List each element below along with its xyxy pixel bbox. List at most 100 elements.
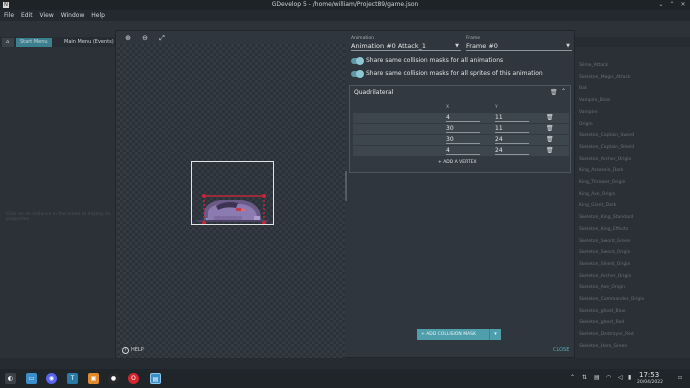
collision-mask-editor-dialog: ⊕ ⊖ ⤢ ? HELP Animation Animation #0 Atta…: [115, 30, 575, 358]
object-list-item[interactable]: Skeleton_Destroyer_Red: [579, 332, 634, 337]
object-list-item[interactable]: Skeleton_ghost_Red: [579, 320, 624, 325]
object-list-item[interactable]: Slime_Attack: [579, 63, 608, 68]
volume-icon[interactable]: ◁: [618, 374, 623, 381]
object-list-item[interactable]: Origin: [579, 122, 593, 127]
chevron-up-icon[interactable]: ⌃: [561, 88, 566, 95]
media-icon[interactable]: ▣: [88, 373, 99, 384]
object-list-item[interactable]: Skeleton_Axe_Origin: [579, 285, 625, 290]
slime-sprite-image: [196, 194, 268, 224]
share-masks-animations-toggle[interactable]: Share same collision masks for all anima…: [351, 56, 503, 66]
properties-placeholder: Click on an instance in the scene to dis…: [6, 212, 111, 222]
editor-status-strip: [0, 358, 690, 369]
gdevelop-icon[interactable]: T: [67, 373, 78, 384]
zoom-in-icon[interactable]: ⊕: [123, 33, 133, 43]
home-tab-icon[interactable]: ⌂: [2, 38, 14, 47]
menu-file[interactable]: File: [4, 10, 14, 21]
zoom-fit-icon[interactable]: ⤢: [157, 33, 167, 43]
zoom-out-icon[interactable]: ⊖: [140, 33, 150, 43]
menu-bar: File Edit View Window Help: [0, 10, 690, 21]
trash-icon[interactable]: 🗑: [550, 89, 558, 96]
trash-icon[interactable]: 🗑: [546, 124, 554, 134]
vertex-row: 4 24 🗑: [353, 146, 569, 156]
clock-date[interactable]: 20/04/2022: [637, 380, 663, 385]
menu-help[interactable]: Help: [91, 10, 105, 21]
vertex-row: 30 11 🗑: [353, 124, 569, 134]
vertex-x-input[interactable]: 4: [446, 113, 480, 122]
close-button[interactable]: CLOSE: [553, 347, 569, 353]
trash-icon[interactable]: 🗑: [546, 135, 554, 145]
show-desktop-icon[interactable]: ▫: [678, 374, 682, 381]
vertex-y-input[interactable]: 24: [495, 135, 529, 144]
mask-title: Quadrilateral: [354, 89, 394, 96]
tab-main-menu-events[interactable]: Main Menu (Events): [60, 38, 118, 47]
maximize-icon[interactable]: ⌃: [668, 1, 676, 9]
vertex-y-input[interactable]: 11: [495, 124, 529, 133]
battery-icon[interactable]: ▮: [628, 374, 631, 381]
mask-card-quadrilateral: Quadrilateral 🗑 ⌃ X Y 4 11 🗑 30 11 🗑 30 …: [349, 85, 571, 173]
toggle-switch[interactable]: [351, 69, 364, 78]
tab-start-menu[interactable]: Start Menu: [16, 38, 52, 47]
object-list-item[interactable]: King_Giant_Dark: [579, 203, 616, 208]
object-list-item[interactable]: Skeleton_Captain_Shield: [579, 145, 634, 150]
network-icon[interactable]: ⇅: [582, 374, 587, 381]
chevron-down-icon[interactable]: ▾: [489, 329, 501, 340]
vertex-x-input[interactable]: 4: [446, 146, 480, 155]
share-masks-sprites-toggle[interactable]: Share same collision masks for all sprit…: [351, 69, 543, 79]
add-collision-mask-button[interactable]: + ADD COLLISION MASK ▾: [417, 329, 501, 340]
app-launcher-icon[interactable]: ◐: [5, 373, 16, 384]
toggle-switch[interactable]: [351, 56, 364, 65]
frame-value: Frame #0: [466, 42, 498, 50]
chevron-down-icon: ▼: [566, 43, 570, 49]
object-list-item[interactable]: Skeleton_King_Effects: [579, 227, 628, 232]
taskbar: ◐ ▭ ◉ T ▣ ● O ▤ ⌃ ⇅ ▤ ◠ ◁ ▮ 17:53 20/04/…: [0, 369, 690, 388]
object-list-item[interactable]: Skeleton_Commander_Origin: [579, 297, 644, 302]
object-list-item[interactable]: King_Thrower_Origin: [579, 180, 625, 185]
vertex-x-input[interactable]: 30: [446, 135, 480, 144]
trash-icon[interactable]: 🗑: [546, 113, 554, 123]
minimize-icon[interactable]: ⌄: [657, 1, 665, 9]
wifi-icon[interactable]: ◠: [606, 374, 611, 381]
vertex-x-input[interactable]: 30: [446, 124, 480, 133]
animation-value: Animation #0 Attack_1: [351, 42, 426, 50]
help-button[interactable]: ? HELP: [122, 347, 144, 354]
object-list-item[interactable]: King_Assassin_Dark: [579, 168, 623, 173]
vertex-y-input[interactable]: 24: [495, 146, 529, 155]
properties-panel: Click on an instance in the scene to dis…: [0, 47, 115, 369]
object-list-item[interactable]: Skeleton_Hero_Green: [579, 344, 627, 349]
trash-icon[interactable]: 🗑: [546, 146, 554, 156]
object-list-item[interactable]: Skeleton_King_Standard: [579, 215, 633, 220]
sprite-preview-canvas[interactable]: ⊕ ⊖ ⤢ ? HELP: [117, 32, 345, 358]
frame-select[interactable]: Frame #0 ▼: [466, 41, 572, 51]
github-icon[interactable]: ●: [108, 373, 119, 384]
object-list-item[interactable]: Skeleton_Sword_Origin: [579, 250, 630, 255]
add-vertex-button[interactable]: + ADD A VERTEX: [438, 160, 477, 165]
menu-window[interactable]: Window: [61, 10, 85, 21]
object-list-item[interactable]: Vampire: [579, 110, 598, 115]
close-window-icon[interactable]: ✕: [679, 1, 687, 9]
animation-select[interactable]: Animation #0 Attack_1 ▼: [351, 41, 461, 51]
file-manager-icon[interactable]: ▭: [26, 373, 37, 384]
opera-icon[interactable]: O: [128, 373, 139, 384]
tray-expand-icon[interactable]: ⌃: [570, 374, 575, 381]
object-list-item[interactable]: Skeleton_Captain_Sword: [579, 133, 634, 138]
object-list-item[interactable]: King_Axe_Origin: [579, 192, 615, 197]
vertex-row: 30 24 🗑: [353, 135, 569, 145]
object-list-item[interactable]: Vampire_Boss: [579, 98, 610, 103]
object-list-item[interactable]: Skeleton_Sword_Green: [579, 239, 631, 244]
clock-time[interactable]: 17:53: [639, 371, 659, 379]
object-list-item[interactable]: Skeleton_Archer_Origin: [579, 157, 631, 162]
vertex-y-input[interactable]: 11: [495, 113, 529, 122]
menu-edit[interactable]: Edit: [21, 10, 33, 21]
menu-view[interactable]: View: [40, 10, 54, 21]
toggle-label: Share same collision masks for all anima…: [366, 57, 504, 64]
discord-icon[interactable]: ◉: [46, 373, 57, 384]
add-collision-mask-label: ADD COLLISION MASK: [426, 332, 476, 337]
column-y-header: Y: [495, 105, 498, 110]
object-list-item[interactable]: Skeleton_Shield_Origin: [579, 262, 630, 267]
object-list-item[interactable]: Skeleton_Magic_Attack: [579, 75, 631, 80]
active-window-icon[interactable]: ▤: [150, 373, 161, 384]
object-list-item[interactable]: Skeleton_Archer_Origin: [579, 274, 631, 279]
object-list-item[interactable]: Skeleton_ghost_Blue: [579, 309, 626, 314]
clipboard-icon[interactable]: ▤: [594, 374, 600, 381]
object-list-item[interactable]: Bat: [579, 86, 587, 91]
